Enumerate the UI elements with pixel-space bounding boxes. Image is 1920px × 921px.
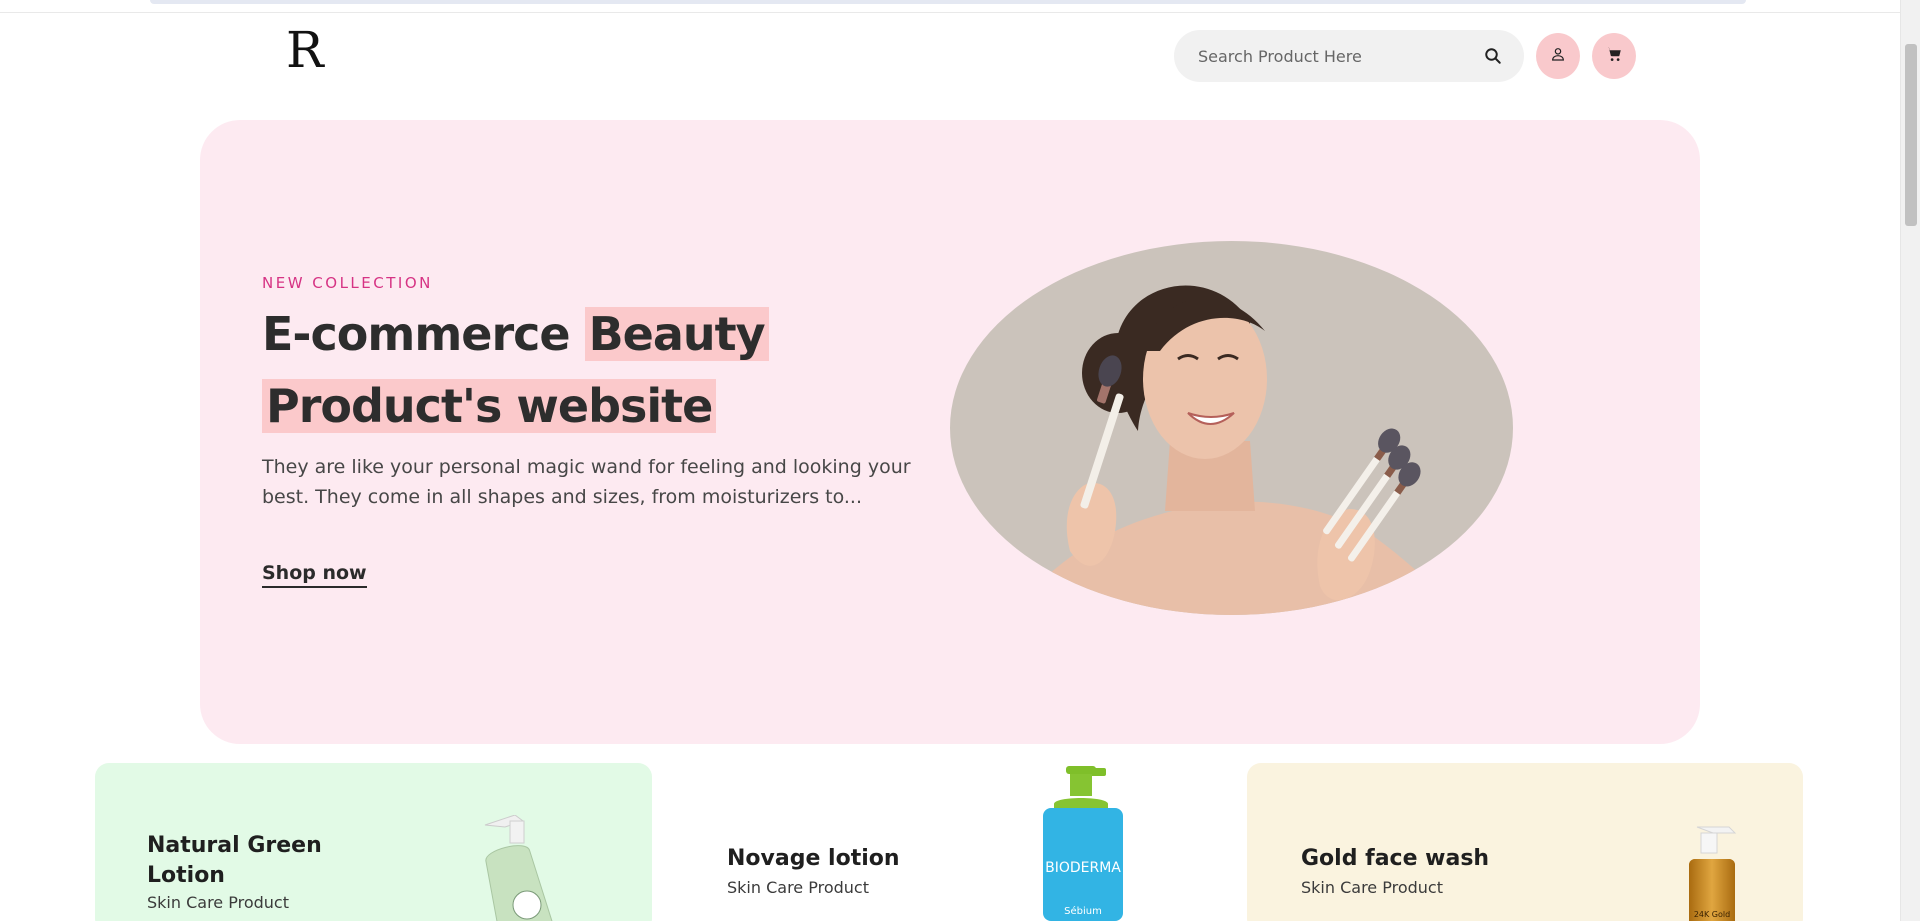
- search-icon[interactable]: [1482, 45, 1504, 67]
- product-image: BIODERMA Sébium: [1043, 766, 1123, 921]
- scrollbar-thumb[interactable]: [1905, 44, 1917, 226]
- bottle-brand-label: 24K Gold: [1694, 910, 1730, 919]
- browser-top-strip: [150, 0, 1746, 4]
- product-card[interactable]: Natural Green Lotion Skin Care Product: [95, 763, 652, 921]
- product-title: Novage lotion: [727, 846, 900, 871]
- product-category: Skin Care Product: [1301, 878, 1443, 897]
- user-icon: [1550, 46, 1566, 66]
- shop-now-link[interactable]: Shop now: [262, 562, 367, 588]
- hero-title-highlight: Beauty: [584, 307, 769, 361]
- product-category: Skin Care Product: [727, 878, 869, 897]
- search-bar: [1174, 30, 1524, 82]
- site-logo[interactable]: R: [286, 20, 324, 80]
- product-category: Skin Care Product: [147, 893, 289, 912]
- header-divider: [0, 12, 1900, 13]
- product-title: Natural Green Lotion: [147, 833, 322, 888]
- cart-icon: [1605, 45, 1623, 67]
- product-image: [484, 815, 555, 921]
- hero-description: They are like your personal magic wand f…: [262, 456, 911, 508]
- product-title: Gold face wash: [1301, 846, 1490, 871]
- account-button[interactable]: [1536, 33, 1580, 79]
- hero-eyebrow: NEW COLLECTION: [262, 274, 433, 292]
- bottle-variant-label: Sébium: [1064, 905, 1102, 917]
- bottle-brand-label: BIODERMA: [1045, 860, 1121, 876]
- hero-title: E-commerce Beauty Product's website: [262, 298, 962, 442]
- search-input[interactable]: [1198, 46, 1482, 66]
- product-card[interactable]: Gold face wash Skin Care Product 24K Gol…: [1247, 763, 1803, 921]
- hero-title-part: E-commerce: [262, 307, 571, 361]
- product-image: 24K Gold: [1689, 826, 1737, 921]
- hero-title-highlight: Product's website: [262, 379, 717, 433]
- hero-model-image: [950, 241, 1513, 615]
- cart-button[interactable]: [1592, 33, 1636, 79]
- page-scrollbar[interactable]: [1900, 0, 1920, 921]
- product-card[interactable]: Novage lotion Skin Care Product: [672, 763, 1232, 921]
